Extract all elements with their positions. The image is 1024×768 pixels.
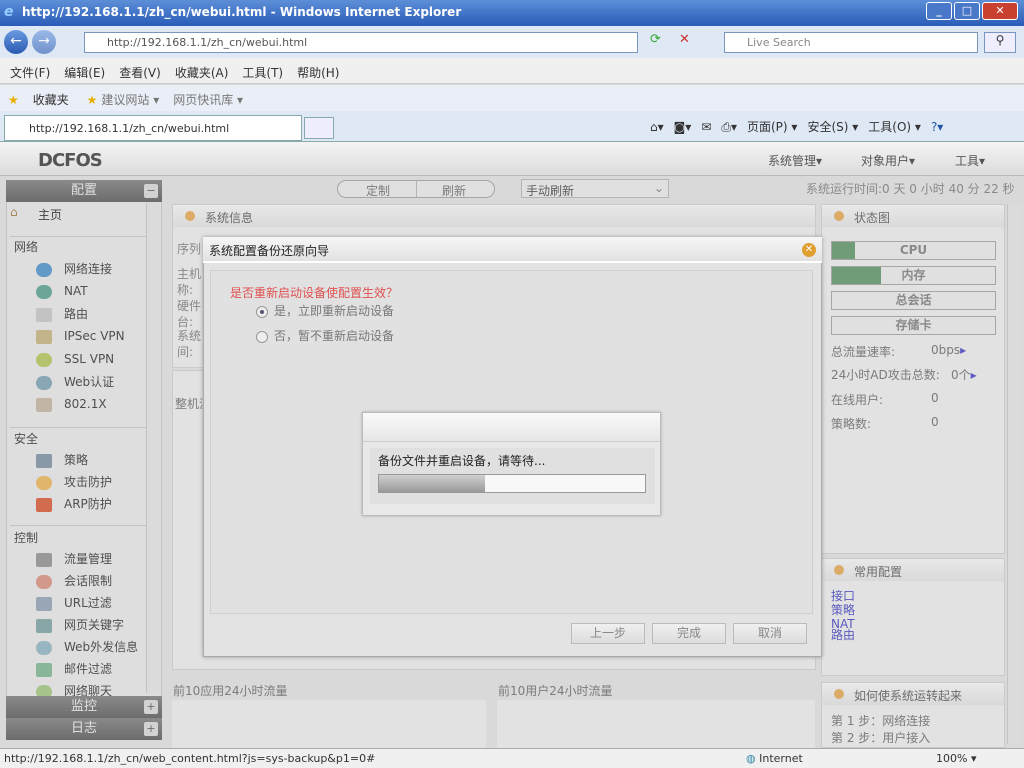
dialog-title: 系统配置备份还原向导 (203, 237, 822, 263)
menu-view[interactable]: 查看(V) (119, 66, 161, 80)
maximize-button[interactable]: □ (954, 2, 980, 20)
print-icon[interactable]: ⎙▾ (721, 120, 737, 134)
web-slice-gallery[interactable]: 网页快讯库 ▾ (173, 93, 243, 107)
favorites-button[interactable]: 收藏夹 (33, 93, 69, 107)
sysinfo-label-serial: 序列 (177, 242, 202, 256)
restart-later-radio[interactable]: 否，暂不重新启动设备 (256, 327, 394, 344)
refresh-stop-icons[interactable]: ⟳ ✕ (650, 32, 690, 47)
stop-icon[interactable]: ✕ (679, 32, 690, 47)
logo: DCFOS (38, 150, 103, 171)
menu-file[interactable]: 文件(F) (10, 66, 50, 80)
globe-icon: ◍ (746, 752, 756, 765)
window-title: http://192.168.1.1/zh_cn/webui.html - Wi… (22, 5, 462, 19)
finish-button[interactable]: 完成 (652, 623, 726, 644)
tools-menu[interactable]: 工具(O) ▾ (868, 120, 921, 134)
refresh-icon[interactable]: ⟳ (650, 32, 661, 47)
menu-bar: 文件(F) 编辑(E) 查看(V) 收藏夹(A) 工具(T) 帮助(H) (0, 58, 1024, 84)
close-icon[interactable]: ✕ (802, 243, 816, 257)
search-button[interactable]: ⚲ (984, 32, 1016, 53)
new-tab-button[interactable] (304, 117, 334, 139)
search-icon: ⚲ (995, 33, 1005, 47)
restart-question: 是否重新启动设备使配置生效？ (230, 286, 399, 300)
minimize-button[interactable]: _ (926, 2, 952, 20)
menu-app-tools[interactable]: 工具▾ (955, 152, 985, 169)
menu-favorites[interactable]: 收藏夹(A) (175, 66, 229, 80)
command-bar: ⌂▾ ◙▾ ✉ ⎙▾ 页面(P) ▾ 安全(S) ▾ 工具(O) ▾ ?▾ (640, 118, 943, 135)
menu-help[interactable]: 帮助(H) (297, 66, 339, 80)
mail-icon[interactable]: ✉ (701, 120, 711, 134)
feeds-icon[interactable]: ◙▾ (674, 120, 692, 134)
menu-objects[interactable]: 对象用户▾ (861, 152, 915, 169)
sysinfo-label-systime: 系统间: (177, 329, 202, 359)
safety-menu[interactable]: 安全(S) ▾ (807, 120, 858, 134)
address-input[interactable]: http://192.168.1.1/zh_cn/webui.html (84, 32, 638, 53)
ie-icon: e (4, 4, 14, 20)
window-title-bar: e http://192.168.1.1/zh_cn/webui.html - W… (0, 0, 1024, 26)
progress-message: 备份文件并重启设备，请等待... (378, 454, 546, 468)
menu-tools[interactable]: 工具(T) (242, 66, 283, 80)
suggested-sites[interactable]: 建议网站 ▾ (101, 93, 159, 107)
progress-title-bar (363, 413, 660, 442)
status-url: http://192.168.1.1/zh_cn/web_content.htm… (4, 752, 376, 765)
status-bar: http://192.168.1.1/zh_cn/web_content.htm… (0, 748, 1024, 768)
zone-indicator: ◍ Internet (746, 752, 803, 765)
progress-bar (378, 474, 646, 493)
tab-active[interactable]: http://192.168.1.1/zh_cn/webui.html (4, 115, 302, 141)
help-icon[interactable]: ?▾ (931, 120, 943, 134)
menu-edit[interactable]: 编辑(E) (64, 66, 105, 80)
restart-now-radio[interactable]: 是，立即重新启动设备 (256, 302, 394, 319)
sysinfo-label-hostname: 主机称: (177, 267, 202, 297)
close-button[interactable]: ✕ (982, 2, 1018, 20)
star-icon: ★ (8, 93, 19, 107)
zoom-control[interactable]: 100% ▾ (936, 752, 976, 765)
back-button[interactable]: ← (4, 30, 28, 54)
prev-button[interactable]: 上一步 (571, 623, 645, 644)
cancel-button[interactable]: 取消 (733, 623, 807, 644)
sysinfo-label-hardware: 硬件台: (177, 299, 202, 329)
favorites-bar: ★ 收藏夹 ★ 建议网站 ▾ 网页快讯库 ▾ (0, 85, 1024, 111)
menu-system[interactable]: 系统管理▾ (768, 152, 822, 169)
search-input[interactable]: Live Search (724, 32, 978, 53)
progress-fill (379, 475, 486, 492)
home-icon[interactable]: ⌂▾ (650, 120, 664, 134)
page-menu[interactable]: 页面(P) ▾ (747, 120, 797, 134)
forward-button[interactable]: → (32, 30, 56, 54)
add-favorite-icon: ★ (86, 93, 98, 107)
